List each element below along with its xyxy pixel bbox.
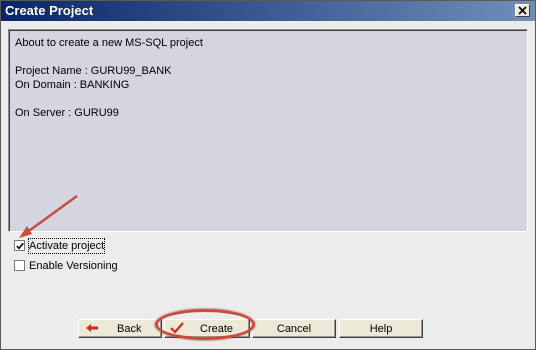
activate-project-label[interactable]: Activate project [27, 238, 106, 254]
checkmark-icon [170, 322, 184, 334]
domain-text: On Domain : BANKING [15, 79, 130, 91]
project-name-text: Project Name : GURU99_BANK [15, 65, 172, 77]
left-arrow-icon [86, 324, 98, 332]
help-button[interactable]: Help [339, 319, 423, 338]
enable-versioning-checkbox[interactable] [14, 260, 25, 271]
intro-text: About to create a new MS-SQL project [15, 37, 203, 49]
activate-project-checkbox[interactable] [14, 240, 25, 251]
help-button-label: Help [369, 323, 393, 335]
back-button-label: Back [117, 323, 142, 335]
message-panel: About to create a new MS-SQL project Pro… [8, 29, 528, 232]
create-button-label: Create [200, 323, 234, 335]
checkmark-icon [16, 242, 24, 250]
create-project-dialog: Create Project About to create a new MS-… [0, 0, 536, 350]
enable-versioning-label[interactable]: Enable Versioning [29, 259, 118, 273]
server-text: On Server : GURU99 [15, 107, 119, 119]
back-button[interactable]: Back [78, 319, 162, 338]
cancel-button-label: Cancel [276, 323, 312, 335]
title-bar: Create Project [1, 1, 535, 21]
close-x-icon [518, 6, 527, 15]
window-title: Create Project [5, 3, 94, 18]
cancel-button[interactable]: Cancel [252, 319, 336, 338]
close-button[interactable] [515, 4, 530, 17]
create-button[interactable]: Create [164, 319, 250, 338]
